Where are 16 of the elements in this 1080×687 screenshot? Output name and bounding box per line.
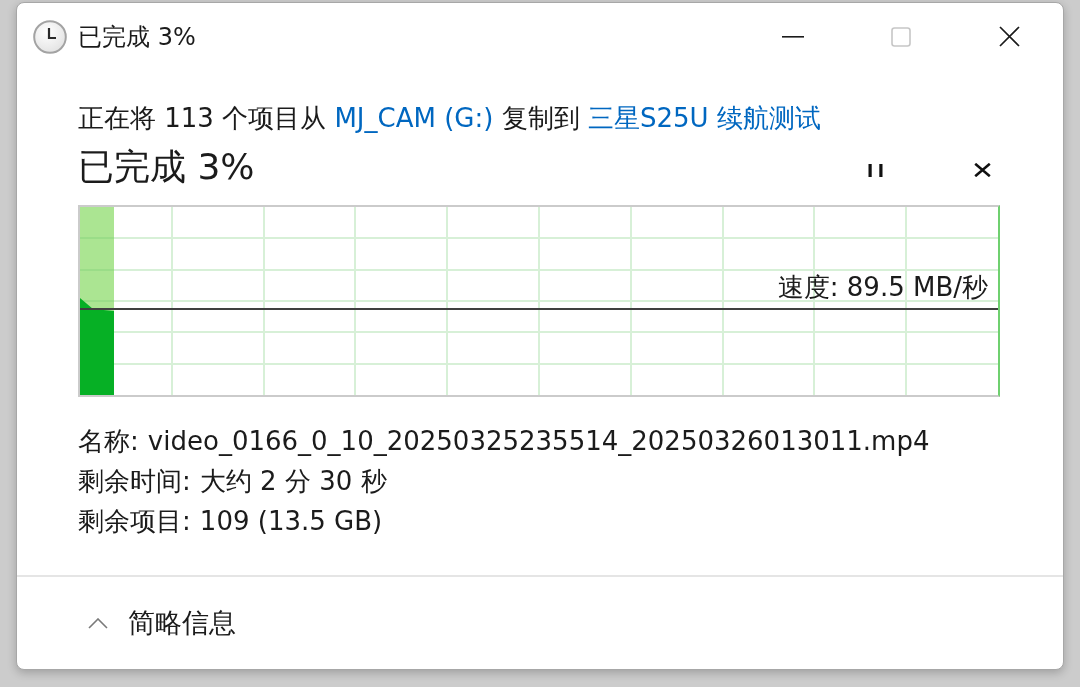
detail-label: 剩余时间: xyxy=(78,465,191,498)
location-link[interactable]: MJ_CAM (G:) xyxy=(334,103,494,133)
detail-value: 109 (13.5 GB) xyxy=(199,505,383,538)
clock-icon xyxy=(33,19,67,54)
detail-label: 名称: xyxy=(78,425,139,458)
window-title: 已完成 3% xyxy=(78,21,197,53)
pause-icon xyxy=(868,163,884,177)
progress-percent: 已完成 3% xyxy=(78,146,255,188)
location-link[interactable]: 三星S25U 续航测试 xyxy=(587,103,821,133)
detail-value: video_0166_0_10_20250325235514_20250326013011.mp4 xyxy=(147,425,930,458)
detail-label: 剩余项目: xyxy=(78,505,191,538)
close-icon xyxy=(973,163,991,177)
detail-value: 大约 2 分 30 秒 xyxy=(199,465,387,498)
speed-text: 速度: 89.5 MB/秒 xyxy=(777,271,988,303)
details-toggle-button[interactable]: 简略信息 xyxy=(80,601,244,645)
copy-summary: 正在将 113 个项目从 MJ_CAM (G:) 复制到 三星S25U 续航测试 xyxy=(78,102,822,134)
